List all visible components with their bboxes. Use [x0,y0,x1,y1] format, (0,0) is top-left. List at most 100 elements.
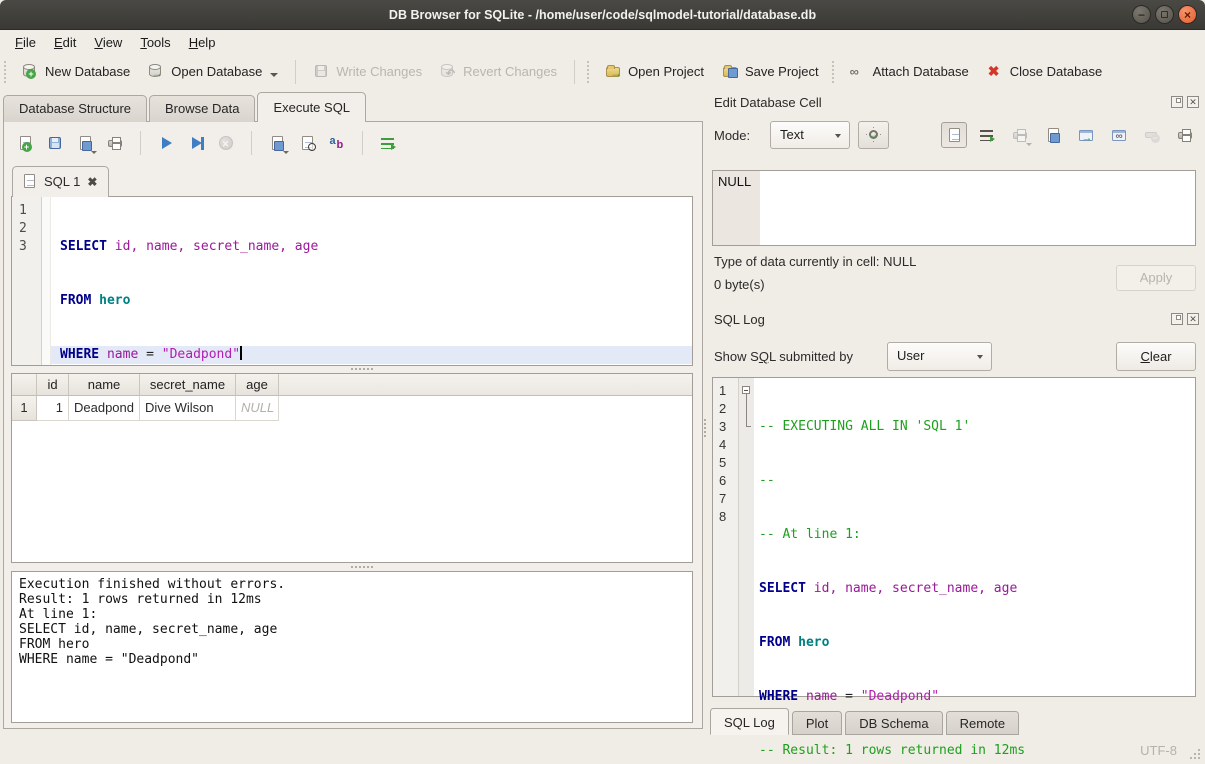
edit-cell-title: Edit Database Cell [714,95,822,110]
cell-age[interactable]: NULL [236,396,279,421]
cell-name[interactable]: Deadpond [69,396,140,421]
close-database-icon: ✖ [987,63,1004,80]
attach-database-icon: ∞ [850,63,867,80]
sql-editor[interactable]: 1 2 3 SELECT id, name, secret_name, age … [11,196,693,366]
execution-message-panel[interactable]: Execution finished without errors. Resul… [11,571,693,723]
mode-apply-button[interactable] [858,121,889,149]
new-database-button[interactable]: New Database [13,58,139,85]
dock-close-button[interactable]: ✕ [1187,96,1199,108]
tab-plot[interactable]: Plot [792,711,842,735]
log-line: -- EXECUTING ALL IN 'SQL 1' [754,418,1195,436]
editor-code[interactable]: SELECT id, name, secret_name, age FROM h… [51,197,692,365]
set-null-button[interactable] [1139,122,1165,148]
results-message-splitter[interactable] [11,563,693,570]
execute-current-line-button[interactable] [183,130,209,156]
toolbar-drag-handle[interactable] [832,61,835,83]
tab-db-schema[interactable]: DB Schema [845,711,942,735]
header-filler [279,374,692,395]
revert-changes-button[interactable]: Revert Changes [431,58,566,85]
word-wrap-button[interactable] [375,130,401,156]
toolbar-drag-handle[interactable] [587,61,590,83]
print-button[interactable] [102,130,128,156]
find-replace-button[interactable] [324,130,350,156]
stop-execution-button[interactable]: ✕ [213,130,239,156]
close-database-button[interactable]: ✖ Close Database [978,58,1112,85]
edit-cell-dock-header[interactable]: Edit Database Cell ✕ [708,91,1205,115]
new-database-icon [22,63,39,80]
row-header[interactable]: 1 [12,396,37,421]
open-project-button[interactable]: Open Project [596,58,713,85]
menu-tools[interactable]: Tools [131,33,179,52]
menu-file[interactable]: File [6,33,45,52]
sql-tab-page-icon [24,174,37,189]
code-line: SELECT id, name, secret_name, age [51,238,692,256]
tab-execute-sql[interactable]: Execute SQL [257,92,366,122]
menu-edit[interactable]: Edit [45,33,85,52]
save-sql-file-button[interactable] [72,130,98,156]
resize-grip[interactable] [1190,749,1200,759]
save-project-button[interactable]: Save Project [713,58,828,85]
maximize-button[interactable] [1155,5,1174,24]
titlebar[interactable]: DB Browser for SQLite - /home/user/code/… [0,0,1205,30]
column-header-id[interactable]: id [37,374,69,395]
tab-browse-data[interactable]: Browse Data [149,95,255,122]
cell-secret-name[interactable]: Dive Wilson [140,396,236,421]
tab-remote[interactable]: Remote [946,711,1020,735]
mode-select[interactable]: Text [770,121,850,149]
export-cell-button[interactable] [1040,122,1066,148]
editor-results-splitter[interactable] [11,365,693,372]
fold-minus-icon[interactable] [742,386,750,394]
corner-header[interactable] [12,374,37,395]
submitter-select[interactable]: User [887,342,992,371]
open-external-button[interactable] [1073,122,1099,148]
table-row[interactable]: 1 1 Deadpond Dive Wilson NULL [12,396,692,421]
write-changes-button[interactable]: Write Changes [304,58,431,85]
clear-log-button[interactable]: Clear [1116,342,1196,371]
text-mode-button[interactable] [941,122,967,148]
sql-tab[interactable]: SQL 1 ✖ [12,166,109,197]
print-cell-button[interactable] [1172,122,1198,148]
dropdown-caret-icon[interactable] [270,73,278,77]
column-header-age[interactable]: age [236,374,279,395]
word-wrap-cell-button[interactable] [974,122,1000,148]
save-results-button[interactable] [264,130,290,156]
sql-tab-close-icon[interactable]: ✖ [87,177,97,187]
close-window-button[interactable]: × [1178,5,1197,24]
column-header-name[interactable]: name [69,374,140,395]
dock-float-button[interactable] [1171,313,1183,325]
find-button[interactable] [294,130,320,156]
dock-float-button[interactable] [1171,96,1183,108]
tab-sql-log[interactable]: SQL Log [710,708,789,735]
toolbar-separator [295,60,296,84]
apply-button[interactable]: Apply [1116,265,1196,291]
column-header-secret-name[interactable]: secret_name [140,374,236,395]
right-pane: Edit Database Cell ✕ Mode: Text NULL [708,91,1205,735]
results-grid[interactable]: id name secret_name age 1 1 Deadpond Div… [11,373,693,563]
encoding-indicator[interactable]: UTF-8 [1140,743,1177,758]
word-wrap-icon [380,135,397,152]
sql-log-dock-header[interactable]: SQL Log ✕ [708,308,1205,332]
log-line: SELECT id, name, secret_name, age [754,580,1195,598]
cell-value-editor[interactable]: NULL [712,170,1196,246]
menu-view[interactable]: View [85,33,131,52]
open-tab-button[interactable] [12,130,38,156]
toolbar-drag-handle[interactable] [4,61,7,83]
copy-link-icon [1111,127,1128,144]
tab-database-structure[interactable]: Database Structure [3,95,147,122]
copy-link-button[interactable] [1106,122,1132,148]
cell-id[interactable]: 1 [37,396,69,421]
execute-all-button[interactable] [153,130,179,156]
log-line: -- [754,472,1195,490]
toolbar-separator [251,131,252,155]
main-tabbar: Database Structure Browse Data Execute S… [3,92,368,122]
editor-fold-margin [42,197,51,365]
import-cell-button[interactable] [1007,122,1033,148]
sql-log-view[interactable]: 1 2 3 4 5 6 7 8 -- EXECUTING ALL IN 'SQL… [712,377,1196,697]
menu-help[interactable]: Help [180,33,225,52]
minimize-button[interactable]: − [1132,5,1151,24]
attach-database-button[interactable]: ∞ Attach Database [841,58,978,85]
dock-close-button[interactable]: ✕ [1187,313,1199,325]
toolbar-separator [574,60,575,84]
open-sql-file-button[interactable] [42,130,68,156]
open-database-button[interactable]: Open Database [139,58,287,85]
